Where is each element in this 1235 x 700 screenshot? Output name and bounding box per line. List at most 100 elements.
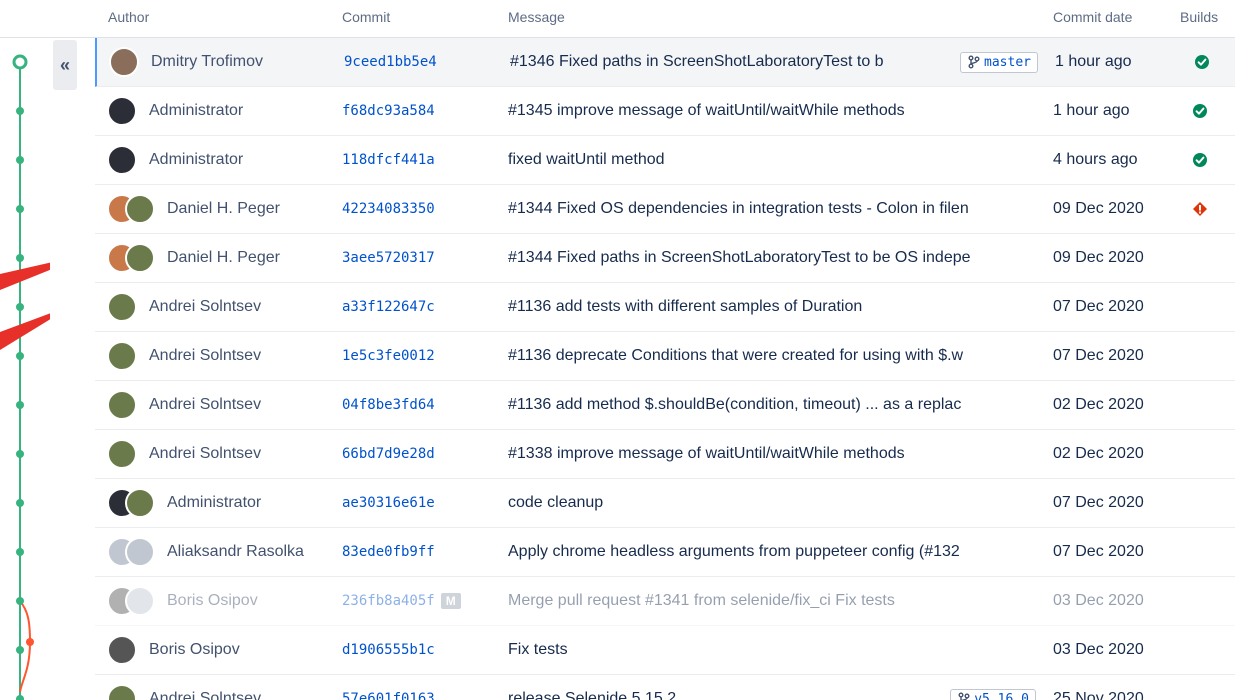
author-avatars (107, 537, 155, 567)
avatar (107, 96, 137, 126)
message-cell: Fix tests (508, 626, 1036, 674)
avatar (107, 439, 137, 469)
commit-message: #1346 Fixed paths in ScreenShotLaborator… (510, 53, 884, 70)
commit-hash-link[interactable]: 04f8be3fd64 (342, 397, 435, 413)
branch-label[interactable]: v5.16.0 (950, 688, 1036, 700)
commit-hash-link[interactable]: ae30316e61e (342, 495, 435, 511)
commit-row[interactable]: Administrator ae30316e61e code cleanup 0… (95, 479, 1235, 528)
graph-branch-node (26, 638, 34, 646)
commit-date: 09 Dec 2020 (1053, 249, 1144, 266)
avatar (125, 537, 155, 567)
author-name: Daniel H. Peger (167, 249, 280, 266)
branch-name: master (984, 54, 1031, 70)
commit-row[interactable]: Boris Osipov d1906555b1c Fix tests 03 De… (95, 626, 1235, 675)
commit-hash-link[interactable]: f68dc93a584 (342, 103, 435, 119)
author-cell: Administrator (107, 136, 337, 184)
message-cell: Merge pull request #1341 from selenide/f… (508, 577, 1036, 625)
build-status (1185, 185, 1215, 233)
author-name: Administrator (149, 151, 244, 168)
build-status (1185, 528, 1215, 576)
commit-message: #1345 improve message of waitUntil/waitW… (508, 102, 905, 119)
message-cell: Apply chrome headless arguments from pup… (508, 528, 1036, 576)
commit-row[interactable]: Andrei Solntsev 1e5c3fe0012 #1136 deprec… (95, 332, 1235, 381)
author-cell: Aliaksandr Rasolka (107, 528, 337, 576)
branch-icon (967, 55, 981, 69)
avatar (107, 684, 137, 700)
commit-row[interactable]: Daniel H. Peger 3aee5720317 #1344 Fixed … (95, 234, 1235, 283)
build-success-icon[interactable] (1192, 152, 1208, 168)
commit-row[interactable]: Daniel H. Peger 42234083350 #1344 Fixed … (95, 185, 1235, 234)
commit-hash-link[interactable]: 83ede0fb9ff (342, 544, 435, 560)
author-avatars (107, 586, 155, 616)
graph-node (16, 156, 24, 164)
commit-hash-link[interactable]: 236fb8a405f (342, 593, 435, 609)
commit-row[interactable]: Boris Osipov 236fb8a405f M Merge pull req… (95, 577, 1235, 626)
author-name: Aliaksandr Rasolka (167, 543, 304, 560)
branch-icon (957, 692, 971, 700)
commit-message: #1344 Fixed OS dependencies in integrati… (508, 200, 969, 217)
author-avatars (109, 47, 139, 77)
build-success-icon[interactable] (1192, 103, 1208, 119)
commit-message: Fix tests (508, 641, 568, 658)
commit-hash-link[interactable]: 66bd7d9e28d (342, 446, 435, 462)
author-avatars (107, 145, 137, 175)
author-avatars (107, 243, 155, 273)
commit-hash-link[interactable]: d1906555b1c (342, 642, 435, 658)
commit-date: 1 hour ago (1055, 53, 1132, 70)
graph-node (16, 401, 24, 409)
message-cell: code cleanup (508, 479, 1036, 527)
author-name: Administrator (167, 494, 262, 511)
commit-row[interactable]: Dmitry Trofimov 9ceed1bb5e4 #1346 Fixed … (95, 38, 1235, 87)
graph-node (16, 450, 24, 458)
commit-cell: a33f122647c (342, 283, 502, 331)
commit-row[interactable]: Administrator 118dfcf441a fixed waitUnti… (95, 136, 1235, 185)
commit-cell: 66bd7d9e28d (342, 430, 502, 478)
author-avatars (107, 96, 137, 126)
author-name: Dmitry Trofimov (151, 53, 263, 70)
branch-label[interactable]: master (960, 51, 1038, 73)
avatar (107, 145, 137, 175)
commit-message: Merge pull request #1341 from selenide/f… (508, 592, 895, 609)
commit-cell: 83ede0fb9ff (342, 528, 502, 576)
commit-row[interactable]: Administrator f68dc93a584 #1345 improve … (95, 87, 1235, 136)
build-status (1185, 430, 1215, 478)
commit-row[interactable]: Andrei Solntsev 57e601f0163 release Sele… (95, 675, 1235, 700)
author-name: Boris Osipov (149, 641, 240, 658)
commit-hash-link[interactable]: 118dfcf441a (342, 152, 435, 168)
graph-node (16, 107, 24, 115)
commit-cell: 04f8be3fd64 (342, 381, 502, 429)
commit-row[interactable]: Andrei Solntsev a33f122647c #1136 add te… (95, 283, 1235, 332)
avatar (107, 635, 137, 665)
author-avatars (107, 390, 137, 420)
commit-hash-link[interactable]: 42234083350 (342, 201, 435, 217)
build-failed-icon[interactable] (1192, 201, 1208, 217)
commit-hash-link[interactable]: 1e5c3fe0012 (342, 348, 435, 364)
commit-row[interactable]: Andrei Solntsev 66bd7d9e28d #1338 improv… (95, 430, 1235, 479)
commit-hash-link[interactable]: 57e601f0163 (342, 691, 435, 700)
commit-cell: d1906555b1c (342, 626, 502, 674)
message-cell: #1344 Fixed OS dependencies in integrati… (508, 185, 1036, 233)
commit-message: #1136 add method $.shouldBe(condition, t… (508, 396, 962, 413)
author-avatars (107, 488, 155, 518)
avatar (125, 243, 155, 273)
graph-node (16, 548, 24, 556)
build-status (1185, 332, 1215, 380)
build-success-icon[interactable] (1194, 54, 1210, 70)
commit-cell: 1e5c3fe0012 (342, 332, 502, 380)
commit-hash-link[interactable]: 9ceed1bb5e4 (344, 54, 437, 70)
author-avatars (107, 684, 137, 700)
commit-hash-link[interactable]: a33f122647c (342, 299, 435, 315)
message-cell: #1136 add method $.shouldBe(condition, t… (508, 381, 1036, 429)
commit-row[interactable]: Andrei Solntsev 04f8be3fd64 #1136 add me… (95, 381, 1235, 430)
graph-node (16, 303, 24, 311)
commit-cell: 3aee5720317 (342, 234, 502, 282)
collapse-sidebar-button[interactable]: « (53, 40, 77, 90)
build-status (1185, 283, 1215, 331)
commit-date: 09 Dec 2020 (1053, 200, 1144, 217)
author-cell: Andrei Solntsev (107, 675, 337, 700)
commit-row[interactable]: Aliaksandr Rasolka 83ede0fb9ff Apply chr… (95, 528, 1235, 577)
commit-hash-link[interactable]: 3aee5720317 (342, 250, 435, 266)
author-cell: Boris Osipov (107, 577, 337, 625)
commit-cell: 9ceed1bb5e4 (344, 38, 504, 86)
commit-date: 4 hours ago (1053, 151, 1138, 168)
